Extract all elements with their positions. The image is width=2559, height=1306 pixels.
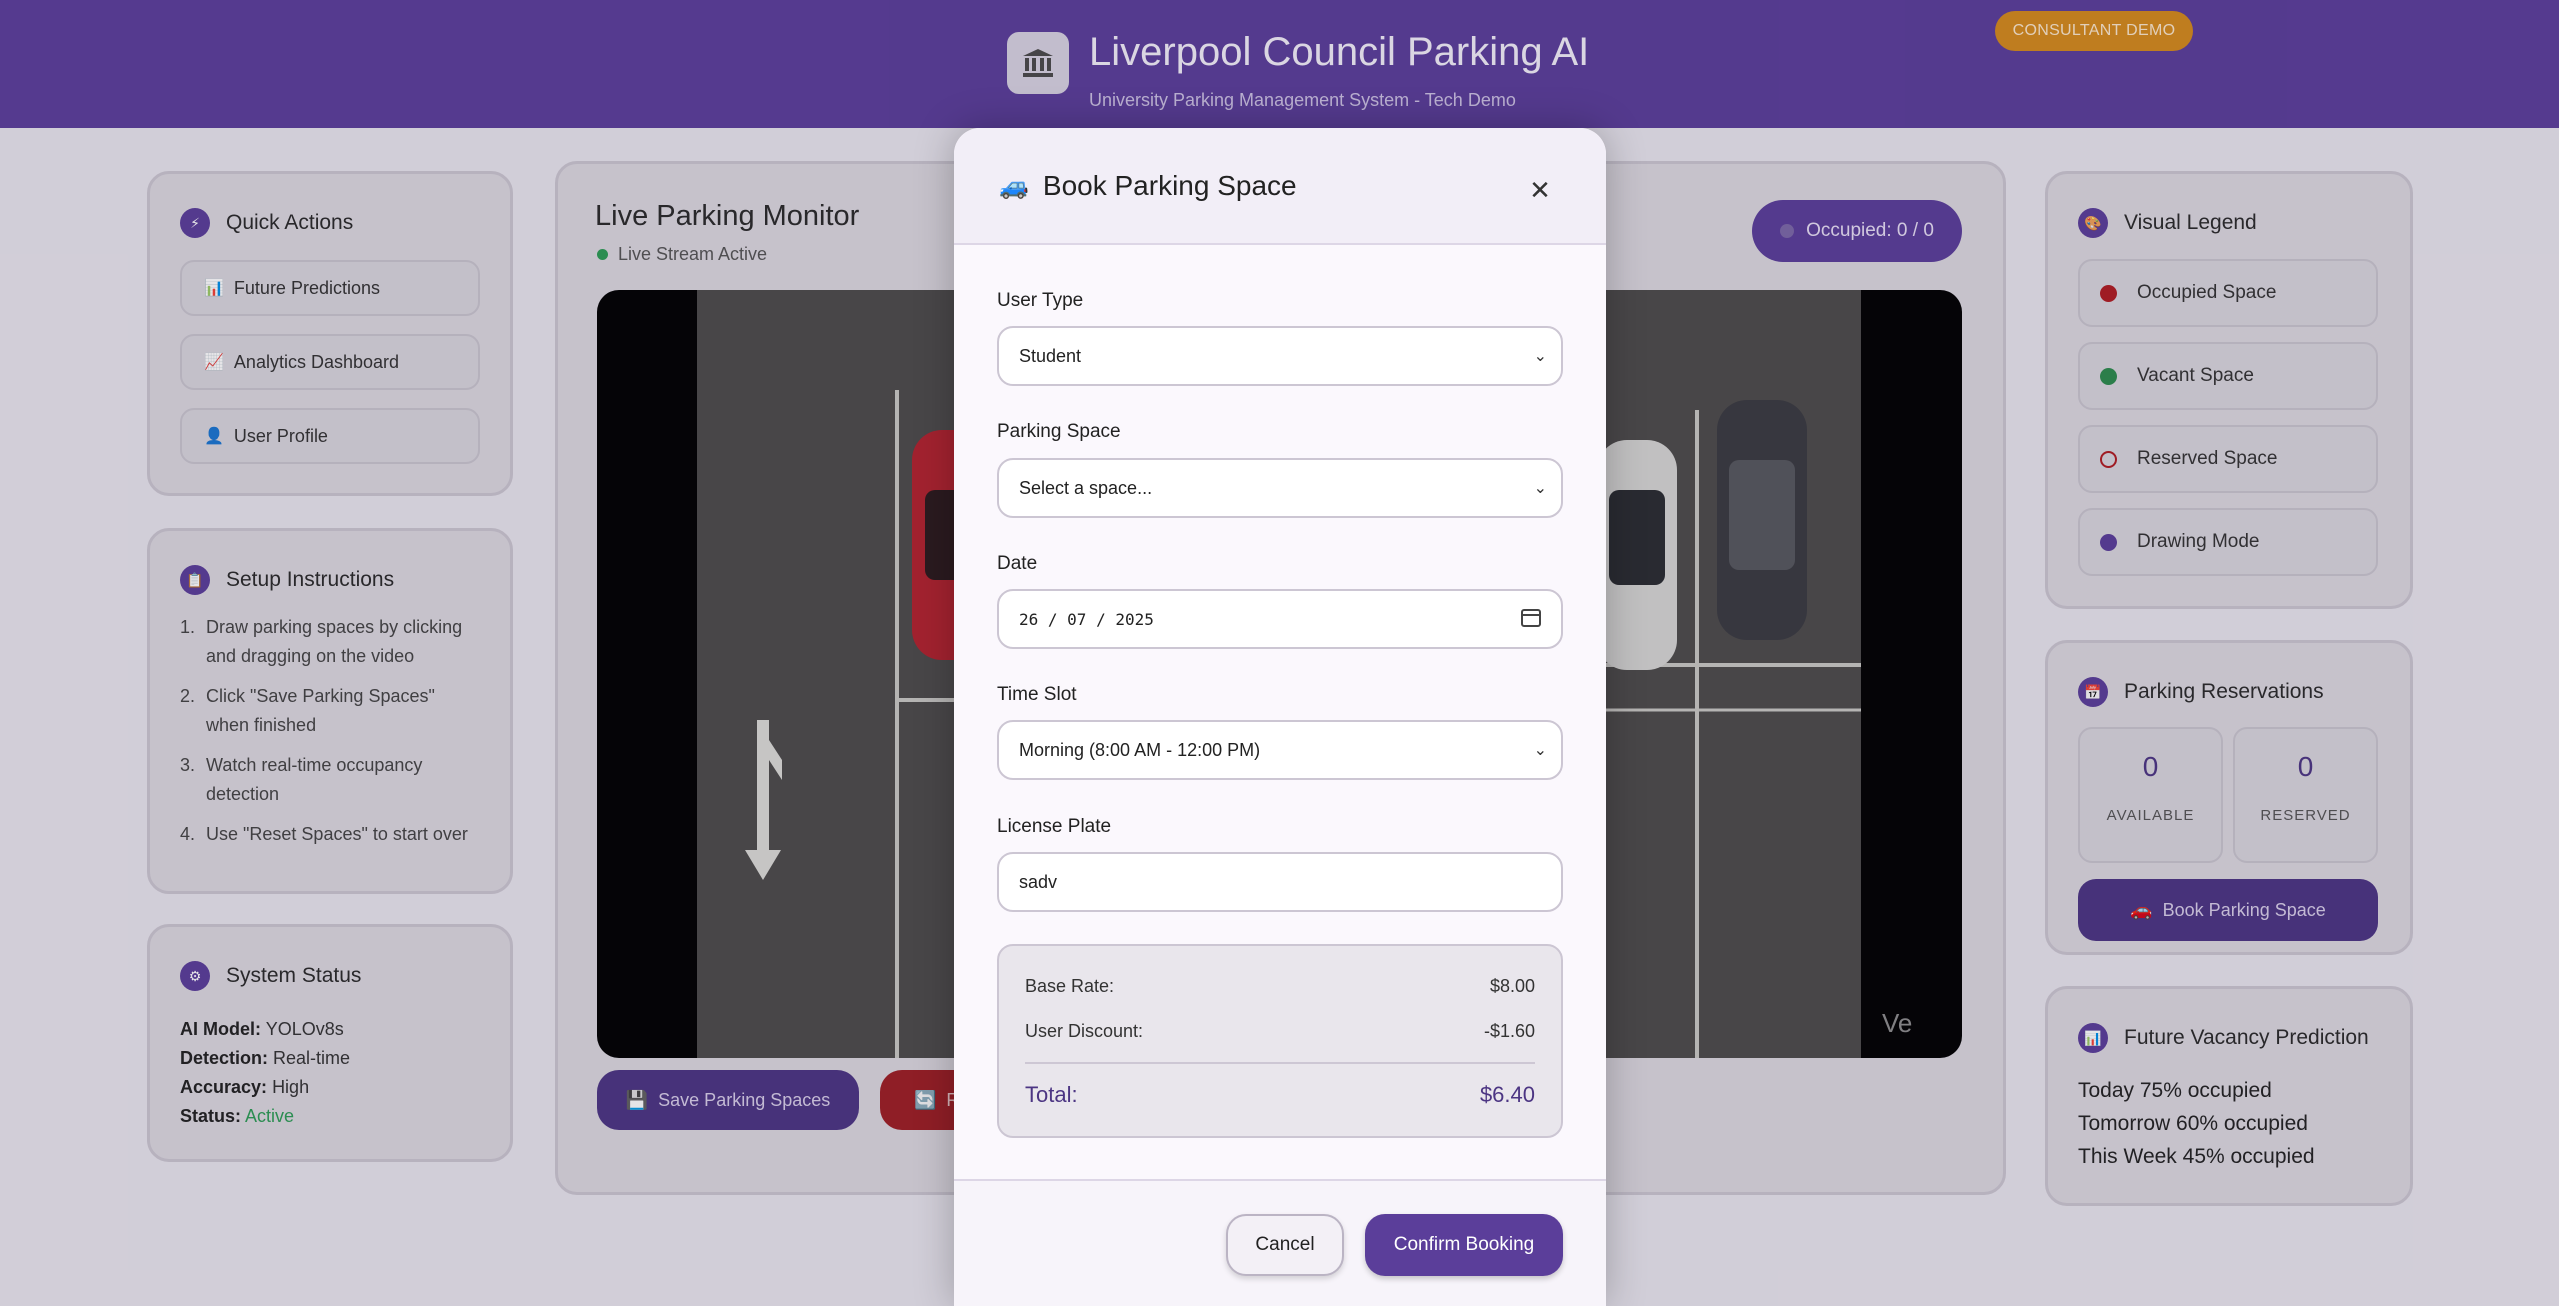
modal-title: 🚙 Book Parking Space xyxy=(999,170,1297,201)
car-icon: 🚙 xyxy=(999,172,1029,200)
modal-footer: Cancel Confirm Booking xyxy=(954,1179,1606,1306)
time-slot-select[interactable]: Morning (8:00 AM - 12:00 PM) ⌄ xyxy=(997,720,1563,780)
date-label: Date xyxy=(997,553,1038,574)
date-input[interactable]: 26 / 07 / 2025 xyxy=(997,589,1563,649)
modal-header: 🚙 Book Parking Space ✕ xyxy=(954,128,1606,245)
license-plate-input[interactable]: sadv xyxy=(997,852,1563,912)
base-rate-row: Base Rate: $8.00 xyxy=(1025,976,1535,996)
chevron-down-icon: ⌄ xyxy=(1533,348,1547,365)
license-plate-label: License Plate xyxy=(997,816,1112,837)
chevron-down-icon: ⌄ xyxy=(1533,742,1547,759)
confirm-booking-button[interactable]: Confirm Booking xyxy=(1365,1214,1563,1276)
chevron-down-icon: ⌄ xyxy=(1533,480,1547,497)
parking-space-select[interactable]: Select a space... ⌄ xyxy=(997,458,1563,518)
user-type-select[interactable]: Student ⌄ xyxy=(997,326,1563,386)
calendar-icon[interactable] xyxy=(1521,609,1541,627)
cancel-button[interactable]: Cancel xyxy=(1226,1214,1344,1276)
discount-row: User Discount: -$1.60 xyxy=(1025,1021,1535,1041)
total-row: Total: $6.40 xyxy=(1025,1082,1535,1107)
price-summary: Base Rate: $8.00 User Discount: -$1.60 T… xyxy=(997,944,1563,1138)
user-type-label: User Type xyxy=(997,290,1084,311)
summary-divider xyxy=(1025,1062,1535,1064)
time-slot-label: Time Slot xyxy=(997,684,1077,705)
book-parking-modal: 🚙 Book Parking Space ✕ User Type Student… xyxy=(954,128,1606,1306)
close-icon[interactable]: ✕ xyxy=(1524,174,1556,206)
parking-space-label: Parking Space xyxy=(997,421,1121,442)
